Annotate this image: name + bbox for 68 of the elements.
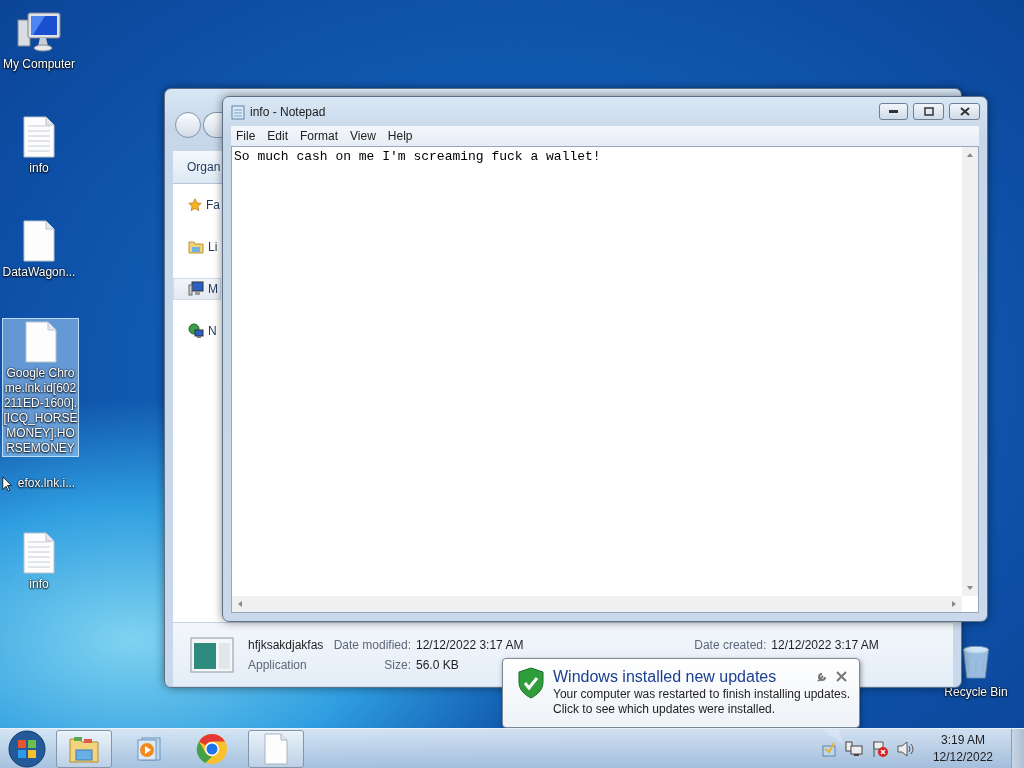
folder-icon (68, 734, 100, 764)
back-button[interactable] (175, 112, 201, 138)
menu-item[interactable]: File (231, 129, 261, 143)
start-orb-icon (8, 730, 46, 768)
desktop-icon-label[interactable]: info (0, 161, 78, 176)
network-icon[interactable] (844, 741, 863, 757)
recycle-bin-icon (961, 644, 991, 682)
application-thumbnail-icon (190, 636, 234, 673)
network-icon (188, 323, 204, 339)
notification-title: Windows installed new updates (553, 667, 777, 687)
start-button[interactable] (6, 730, 48, 768)
mouse-cursor-icon (2, 476, 13, 492)
computer-icon (188, 281, 204, 297)
shield-check-icon (517, 667, 545, 699)
file-name: hfjksakdjakfas (248, 637, 325, 652)
horizontal-scrollbar[interactable] (232, 596, 962, 612)
star-icon (188, 197, 202, 213)
minimize-button[interactable] (879, 103, 908, 120)
menu-item[interactable]: Help (382, 129, 418, 143)
taskbar-button[interactable] (248, 730, 304, 768)
field-label: Size: (383, 657, 412, 672)
file-type: Application (248, 657, 308, 672)
media-player-icon (134, 735, 162, 763)
computer-icon (16, 10, 62, 54)
window-title: info - Notepad (250, 104, 327, 119)
close-icon (959, 107, 970, 116)
volume-icon[interactable] (896, 741, 915, 757)
nav-pane-item[interactable]: N (173, 320, 221, 342)
menu-item[interactable]: Edit (262, 129, 294, 143)
notification-balloon[interactable]: Windows installed new updates Your computer was restarted to finish installing updates. Click to see which updates were installed. (502, 658, 860, 728)
toolbar-item[interactable]: Organ (187, 160, 221, 174)
field-value: 12/12/2022 3:17 AM (771, 637, 880, 652)
text-file-icon (22, 532, 56, 574)
flag-error-icon[interactable] (870, 740, 889, 758)
notification-message: Your computer was restarted to finish installing updates. (553, 687, 849, 702)
notification-message: Click to see which updates were installed. (553, 702, 777, 717)
nav-pane-item[interactable]: Li (173, 236, 221, 258)
clock-time: 3:19 AM (940, 732, 985, 749)
file-icon (23, 321, 58, 363)
restore-icon (923, 107, 934, 116)
library-folder-icon (188, 239, 204, 255)
minimize-icon (889, 109, 898, 114)
nav-pane-item[interactable]: Fa (173, 194, 221, 216)
menu-item[interactable]: View (345, 129, 381, 143)
field-label: Date created: (693, 637, 768, 652)
chrome-icon (196, 733, 228, 765)
update-icon[interactable] (820, 741, 837, 757)
taskbar-button[interactable] (56, 730, 112, 768)
clock[interactable]: 3:19 AM 12/12/2022 (922, 732, 1003, 766)
field-value: 56.0 KB (416, 657, 460, 672)
file-icon (22, 220, 56, 262)
nav-pane-item[interactable]: M (173, 278, 221, 300)
restore-button[interactable] (913, 103, 944, 120)
forward-button[interactable] (203, 112, 223, 138)
wrench-icon[interactable] (816, 671, 828, 683)
show-desktop-button[interactable] (1011, 729, 1024, 768)
vertical-scrollbar[interactable] (962, 147, 978, 596)
file-icon (263, 733, 289, 765)
text-file-icon (22, 116, 56, 158)
clock-date: 12/12/2022 (932, 749, 993, 766)
close-button[interactable] (949, 103, 980, 120)
field-value: 12/12/2022 3:17 AM (416, 637, 525, 652)
desktop-icon-label[interactable]: My Computer (0, 57, 78, 72)
field-label: Date modified: (332, 637, 412, 652)
notepad-icon (231, 103, 245, 120)
close-icon[interactable] (836, 671, 847, 682)
desktop-icon-label[interactable]: DataWagon... (0, 265, 78, 280)
menu-item[interactable]: Format (295, 129, 344, 143)
